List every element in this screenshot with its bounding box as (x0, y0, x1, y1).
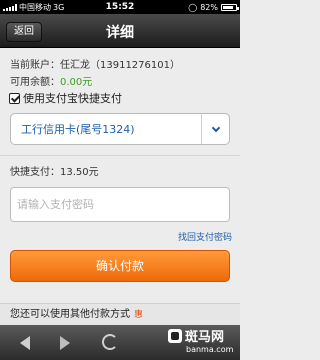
discount-badge: 惠 (134, 310, 144, 320)
page-title: 详细 (106, 25, 134, 41)
carrier-name: 中国移动 (19, 2, 51, 12)
quick-pay-checkbox-row[interactable]: 使用支付宝快捷支付 (9, 90, 122, 106)
balance-row: 可用余额：0.00元 (10, 73, 92, 88)
account-label: 当前账户： (10, 60, 60, 71)
checkbox-checked-icon[interactable] (9, 92, 20, 104)
refresh-icon[interactable] (102, 334, 118, 350)
battery-fill (223, 5, 233, 9)
carrier-info: 中国移动 3G (3, 2, 64, 13)
balance-value: 0.00元 (60, 77, 93, 88)
battery-percent: 82% (200, 2, 218, 12)
account-value: 任汇龙（13911276101） (60, 60, 180, 71)
zebra-logo-icon (168, 329, 182, 343)
navigation-bar: 返回 详细 (0, 14, 240, 48)
other-payment-methods[interactable]: 您还可以使用其他付款方式惠 (0, 303, 240, 325)
battery-icon (221, 3, 239, 11)
signal-icon (3, 3, 17, 11)
status-right: ◯ 82% (188, 2, 239, 12)
other-payment-methods-text: 您还可以使用其他付款方式 (10, 309, 130, 320)
forgot-password-link[interactable]: 找回支付密码 (178, 230, 232, 243)
divider (0, 155, 240, 156)
quick-pay-amount-label: 快捷支付： (10, 167, 60, 178)
chevron-down-icon[interactable] (201, 114, 229, 144)
watermark-url: banma.com (186, 345, 234, 354)
payment-password-input[interactable] (10, 187, 230, 222)
forward-arrow-icon[interactable] (60, 336, 70, 350)
card-select[interactable]: 工行信用卡(尾号1324) (10, 113, 230, 145)
quick-pay-option-label: 使用支付宝快捷支付 (23, 92, 122, 105)
quick-pay-amount-row: 快捷支付：13.50元 (10, 163, 99, 178)
site-watermark: 斑马网 banma.com (168, 326, 236, 358)
quick-pay-amount-value: 13.50元 (60, 167, 99, 178)
card-select-value: 工行信用卡(尾号1324) (21, 123, 135, 136)
account-row: 当前账户：任汇龙（13911276101） (10, 56, 180, 71)
network-type: 3G (53, 2, 65, 12)
lock-icon: ◯ (188, 2, 198, 12)
balance-label: 可用余额： (10, 77, 60, 88)
back-arrow-icon[interactable] (20, 336, 30, 350)
watermark-name: 斑马网 (185, 330, 225, 345)
confirm-payment-button[interactable]: 确认付款 (10, 250, 230, 282)
status-bar: 中国移动 3G 15:52 ◯ 82% (0, 0, 240, 14)
